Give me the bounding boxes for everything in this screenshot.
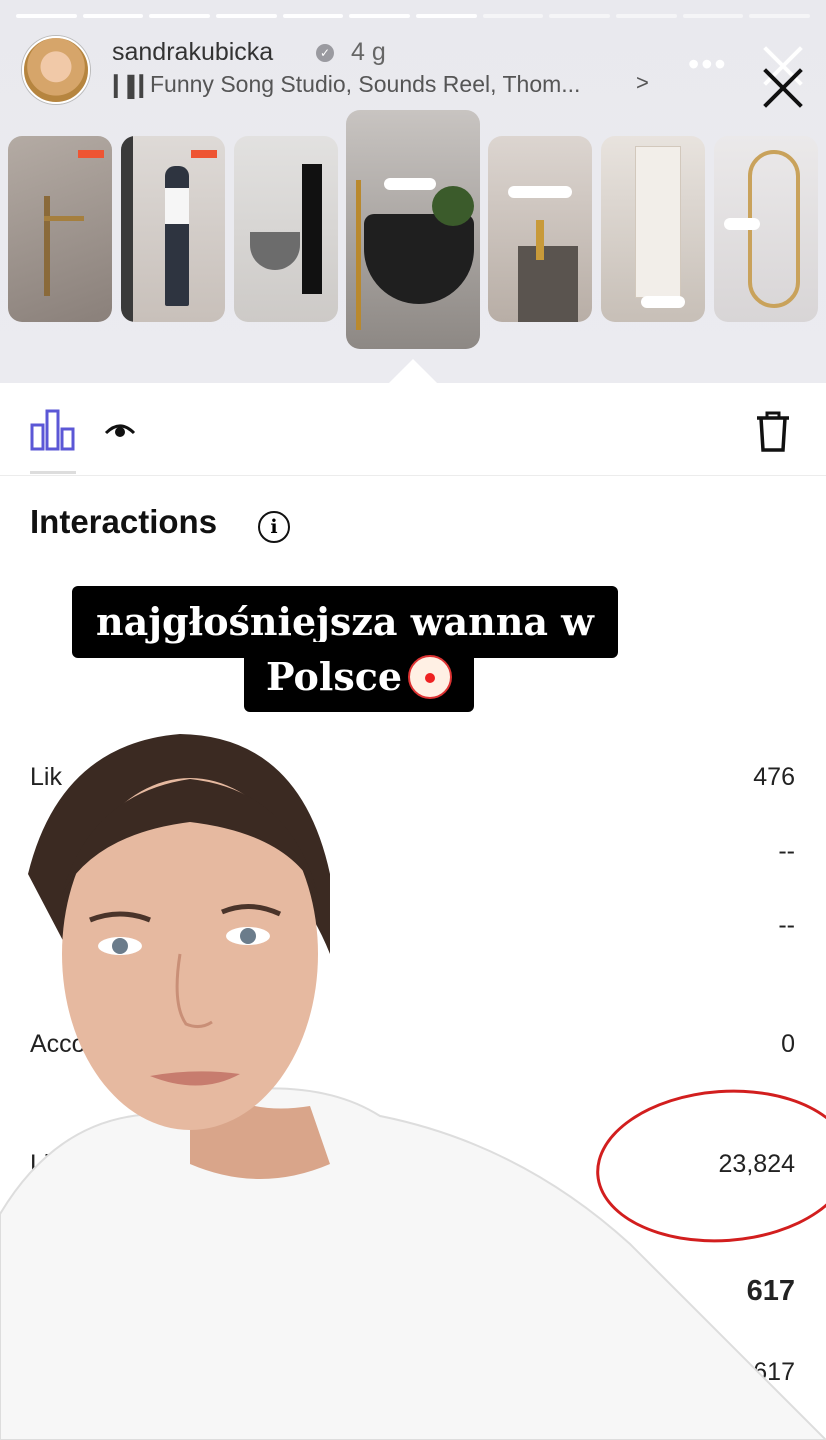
- progress-segment: [16, 14, 77, 18]
- tab-underline: [30, 471, 76, 474]
- progress-segment: [416, 14, 477, 18]
- story-thumbnail-selected[interactable]: [346, 110, 480, 349]
- eye-icon[interactable]: [104, 419, 136, 441]
- progress-segment: [149, 14, 211, 18]
- clown-emoji-icon: [408, 654, 453, 699]
- caption-text: Polsce: [266, 654, 403, 699]
- progress-segment: [549, 14, 611, 18]
- story-thumbnail[interactable]: [234, 136, 338, 322]
- story-thumbnail[interactable]: [714, 136, 818, 322]
- progress-segment: [282, 14, 344, 18]
- story-thumbnail[interactable]: [488, 136, 592, 322]
- music-bars-icon: ▎▌▎: [114, 76, 155, 98]
- story-header: sandrakubicka ✓ 4 g ▎▌▎ Funny Song Studi…: [0, 0, 826, 383]
- story-thumbnail[interactable]: [601, 136, 705, 322]
- caption-line-2: Polsce: [244, 642, 475, 712]
- verified-badge-icon: ✓: [316, 44, 334, 62]
- progress-segment: [616, 14, 677, 18]
- progress-segment: [349, 14, 411, 18]
- caption-text: najgłośniejsza wanna w: [96, 599, 594, 644]
- username[interactable]: sandrakubicka: [112, 38, 273, 67]
- avatar[interactable]: [22, 36, 90, 104]
- progress-segment: [482, 14, 544, 18]
- person-cutout: [0, 734, 826, 1440]
- info-icon[interactable]: i: [258, 511, 290, 543]
- progress-segment: [682, 14, 744, 18]
- story-thumbnail[interactable]: [121, 136, 225, 322]
- story-thumbnail[interactable]: [8, 136, 112, 322]
- section-title: Interactions: [30, 503, 218, 540]
- post-age: 4 g: [351, 38, 386, 66]
- progress-segment: [82, 14, 144, 18]
- close-icon[interactable]: [757, 42, 809, 108]
- bar-chart-icon[interactable]: [30, 407, 76, 451]
- more-options-icon[interactable]: •••: [688, 46, 728, 83]
- music-attribution[interactable]: Funny Song Studio, Sounds Reel, Thom...: [150, 71, 580, 98]
- progress-segment: [749, 14, 811, 18]
- chevron-right-icon[interactable]: >: [636, 70, 649, 96]
- story-progress: [16, 14, 811, 18]
- progress-segment: [216, 14, 277, 18]
- trash-icon[interactable]: [753, 409, 793, 453]
- insights-tabbar: [0, 383, 826, 476]
